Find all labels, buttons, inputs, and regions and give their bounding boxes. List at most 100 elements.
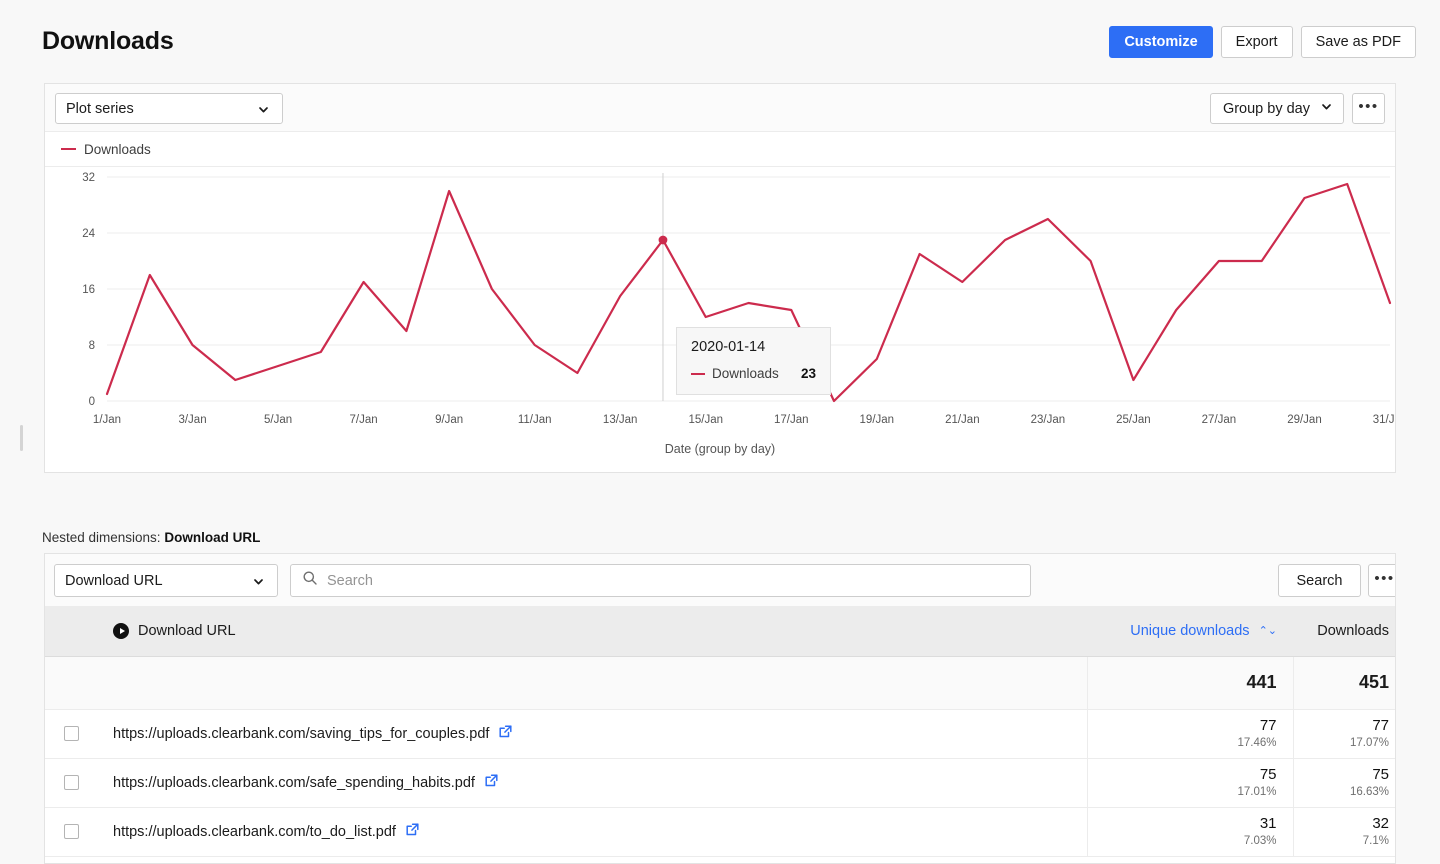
row-downloads: 77 [1372, 717, 1389, 735]
customize-button[interactable]: Customize [1109, 26, 1213, 58]
row-unique-downloads: 31 [1259, 815, 1277, 833]
downloads-column-header[interactable]: Downloads [1293, 607, 1395, 657]
tooltip-series-row: Downloads 23 [691, 366, 816, 381]
svg-text:25/Jan: 25/Jan [1116, 414, 1151, 426]
search-icon [302, 570, 318, 591]
svg-text:21/Jan: 21/Jan [945, 414, 980, 426]
row-unique-downloads-cell: 31 7.03% [1086, 807, 1293, 857]
play-icon[interactable] [113, 623, 129, 640]
chevron-down-icon [257, 103, 270, 120]
row-checkbox-cell[interactable] [45, 709, 97, 759]
page-header: Downloads Customize Export Save as PDF [0, 0, 1440, 78]
table-header-row: Download URL Unique downloads ⌃⌄ Downloa… [45, 607, 1395, 657]
chart-plot-area[interactable]: 0 8 16 24 32 1/Jan 3/Jan 5/Jan 7/Jan 9/Jan 11/Jan 1… [45, 167, 1395, 472]
downloads-line-chart: 0 8 16 24 32 1/Jan 3/Jan 5/Jan 7/Jan 9/Jan 11/Jan 1… [82, 172, 1395, 426]
external-link-icon[interactable] [484, 773, 499, 792]
external-link-icon[interactable] [498, 724, 513, 743]
legend-item-downloads[interactable]: Downloads [84, 142, 151, 157]
chart-tooltip: 2020-01-14 Downloads 23 [676, 327, 831, 395]
tooltip-date: 2020-01-14 [691, 339, 766, 355]
sort-icon[interactable]: ⌃⌄ [1259, 625, 1277, 637]
plot-series-select-label: Plot series [66, 100, 134, 117]
group-by-select-label: Group by day [1222, 100, 1310, 117]
chevron-down-icon [1320, 100, 1333, 117]
svg-text:23/Jan: 23/Jan [1031, 414, 1066, 426]
chart-more-menu-button[interactable]: ••• [1352, 93, 1385, 124]
row-unique-downloads: 77 [1259, 717, 1277, 735]
row-downloads-cell: 77 17.07% [1292, 709, 1395, 759]
row-unique-downloads-pct: 17.46% [1237, 736, 1277, 749]
nested-dimensions-prefix: Nested dimensions: [42, 530, 161, 545]
svg-text:0: 0 [89, 396, 95, 408]
table-row[interactable]: https://uploads.clearbank.com/saving_tip… [45, 709, 1395, 759]
export-button[interactable]: Export [1220, 26, 1293, 58]
row-downloads-pct: 16.63% [1349, 785, 1389, 798]
header-actions: Customize Export Save as PDF [1109, 26, 1416, 58]
row-downloads-pct: 7.1% [1362, 834, 1389, 847]
row-downloads-cell: 75 16.63% [1292, 758, 1395, 808]
table-row[interactable]: https://uploads.clearbank.com/safe_spend… [45, 758, 1395, 808]
nested-dimensions: Nested dimensions: Download URL [42, 530, 260, 545]
svg-text:32: 32 [82, 172, 95, 184]
row-unique-downloads-cell: 77 17.46% [1086, 709, 1293, 759]
row-unique-downloads-cell: 75 17.01% [1086, 758, 1293, 808]
search-button[interactable]: Search [1278, 564, 1361, 597]
dimension-select[interactable]: Download URL [54, 564, 278, 597]
page-title: Downloads [42, 27, 174, 55]
downloads-report-page: Downloads Customize Export Save as PDF P… [0, 0, 1440, 864]
svg-text:19/Jan: 19/Jan [860, 414, 895, 426]
svg-text:24: 24 [82, 228, 95, 240]
chart-toolbar-right: Group by day ••• [1209, 93, 1385, 124]
save-as-pdf-button[interactable]: Save as PDF [1300, 26, 1416, 58]
external-link-icon[interactable] [405, 822, 420, 841]
row-checkbox[interactable] [63, 824, 79, 839]
chart-card: Plot series Group by day ••• Downloads 0… [44, 83, 1396, 473]
svg-text:31/Jan: 31/Jan [1373, 414, 1395, 426]
select-all-header [45, 607, 97, 657]
table-more-menu-button[interactable]: ••• [1368, 564, 1395, 597]
row-url-cell: https://uploads.clearbank.com/to_do_list… [97, 807, 1087, 857]
table-body: 441 451 https://uploads.clearbank.com/sa… [45, 656, 1395, 857]
svg-text:17/Jan: 17/Jan [774, 414, 809, 426]
totals-label-cell [97, 656, 1087, 710]
svg-text:15/Jan: 15/Jan [688, 414, 723, 426]
row-checkbox-cell[interactable] [45, 758, 97, 808]
row-downloads-cell: 32 7.1% [1292, 807, 1395, 857]
plot-series-select[interactable]: Plot series [55, 93, 283, 124]
chart-legend: Downloads [45, 132, 1395, 167]
search-field[interactable] [290, 564, 1031, 597]
row-unique-downloads-pct: 7.03% [1243, 834, 1277, 847]
chart-toolbar: Plot series Group by day ••• [45, 84, 1395, 132]
svg-text:5/Jan: 5/Jan [264, 414, 292, 426]
nested-dimensions-value: Download URL [164, 530, 261, 545]
table-totals-row: 441 451 [45, 656, 1395, 710]
row-url-text: https://uploads.clearbank.com/saving_tip… [113, 725, 490, 742]
svg-text:29/Jan: 29/Jan [1287, 414, 1322, 426]
dimension-select-label: Download URL [65, 572, 163, 589]
row-url-cell: https://uploads.clearbank.com/saving_tip… [97, 709, 1087, 759]
svg-text:13/Jan: 13/Jan [603, 414, 638, 426]
svg-text:9/Jan: 9/Jan [435, 414, 463, 426]
left-rail-handle[interactable] [20, 425, 23, 451]
group-by-select[interactable]: Group by day [1209, 93, 1344, 124]
legend-line-icon [61, 148, 76, 150]
svg-text:11/Jan: 11/Jan [518, 414, 552, 426]
totals-unique-downloads: 441 [1086, 656, 1293, 710]
dimension-column-header[interactable]: Download URL [97, 607, 1087, 657]
svg-text:16: 16 [82, 284, 95, 296]
totals-downloads: 451 [1292, 656, 1395, 710]
chevron-down-icon [252, 575, 265, 592]
svg-text:8: 8 [89, 340, 95, 352]
row-downloads: 32 [1372, 815, 1389, 833]
row-checkbox-cell[interactable] [45, 807, 97, 857]
unique-downloads-column-header[interactable]: Unique downloads ⌃⌄ [1087, 607, 1293, 657]
row-checkbox[interactable] [63, 775, 79, 790]
row-unique-downloads-pct: 17.01% [1237, 785, 1277, 798]
svg-text:27/Jan: 27/Jan [1202, 414, 1237, 426]
table-row[interactable]: https://uploads.clearbank.com/to_do_list… [45, 807, 1395, 857]
search-input[interactable] [327, 572, 1019, 589]
x-axis-title: Date (group by day) [664, 442, 776, 456]
row-checkbox[interactable] [63, 726, 79, 741]
tooltip-line-icon [691, 372, 705, 375]
row-unique-downloads: 75 [1259, 766, 1277, 784]
